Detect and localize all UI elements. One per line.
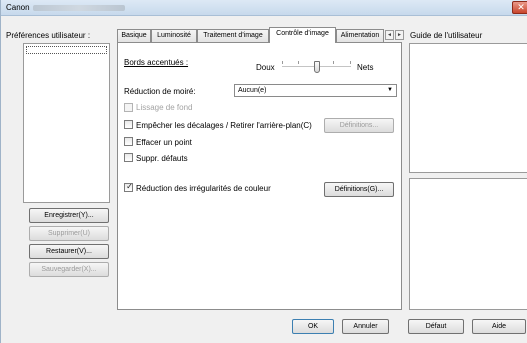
checkmark-icon: ✓	[126, 182, 133, 191]
default-button[interactable]: Défaut	[408, 319, 464, 334]
help-button[interactable]: Aide	[472, 319, 526, 334]
ok-button[interactable]: OK	[292, 319, 334, 334]
moire-reduction-dropdown[interactable]: Aucun(e) ▼	[234, 84, 397, 97]
smooth-background-checkbox[interactable]	[124, 103, 133, 112]
erase-dot-checkbox[interactable]	[124, 137, 133, 146]
user-preferences-label: Préférences utilisateur :	[6, 31, 91, 40]
tab-luminosite[interactable]: Luminosité	[151, 29, 197, 42]
slider-tick	[282, 61, 283, 64]
restore-preferences-button[interactable]: Restaurer(V)...	[29, 244, 109, 259]
offset-settings-button[interactable]: Définitions...	[324, 118, 394, 133]
close-button[interactable]: ✕	[512, 1, 527, 14]
cancel-button[interactable]: Annuler	[342, 319, 389, 334]
prevent-offset-label: Empêcher les décalages / Retirer l'arriè…	[136, 121, 312, 130]
tab-controle-image[interactable]: Contrôle d'image	[269, 27, 336, 43]
erase-dot-label: Effacer un point	[136, 138, 192, 147]
edge-high-label: Nets	[357, 63, 374, 72]
color-noise-settings-button[interactable]: Définitions(G)...	[324, 182, 394, 197]
user-guide-label: Guide de l'utilisateur	[410, 31, 483, 40]
delete-preferences-button[interactable]: Supprimer(U)	[29, 226, 109, 241]
tab-scroll-right-icon[interactable]: ►	[395, 30, 404, 40]
window-title: Canon	[6, 3, 30, 12]
blurred-title-text	[33, 5, 125, 11]
preview-panel	[409, 178, 527, 310]
moire-reduction-value: Aucun(e)	[238, 87, 267, 94]
color-noise-reduction-checkbox[interactable]: ✓	[124, 182, 133, 192]
chevron-down-icon[interactable]: ▼	[385, 86, 395, 95]
tab-scroll-left-icon[interactable]: ◄	[385, 30, 394, 40]
tab-basique[interactable]: Basique	[117, 29, 151, 42]
title-bar[interactable]: Canon ✕	[1, 0, 527, 16]
slider-tick	[350, 61, 351, 64]
user-guide-panel	[409, 43, 527, 173]
user-preferences-list[interactable]	[23, 43, 110, 203]
scanner-settings-dialog: Canon ✕ Préférences utilisateur : Enregi…	[0, 0, 527, 343]
tab-content-panel	[117, 42, 402, 310]
edge-low-label: Doux	[256, 63, 275, 72]
list-focus-item[interactable]	[26, 46, 107, 54]
smooth-background-label: Lissage de fond	[136, 103, 193, 112]
moire-reduction-label: Réduction de moiré:	[124, 87, 196, 96]
color-noise-reduction-label: Réduction des irrégularités de couleur	[136, 184, 271, 193]
backup-preferences-button[interactable]: Sauvegarder(X)...	[29, 262, 109, 277]
remove-defects-checkbox[interactable]	[124, 153, 133, 162]
prevent-offset-checkbox[interactable]	[124, 120, 133, 129]
tab-traitement-image[interactable]: Traitement d'image	[197, 29, 269, 42]
remove-defects-label: Suppr. défauts	[136, 154, 188, 163]
tab-alimentation[interactable]: Alimentation	[336, 29, 384, 42]
edge-emphasis-label: Bords accentués :	[124, 58, 189, 67]
slider-tick	[298, 61, 299, 64]
slider-tick	[333, 61, 334, 64]
edge-emphasis-slider-thumb[interactable]	[314, 61, 320, 73]
save-preferences-button[interactable]: Enregistrer(Y)...	[29, 208, 109, 223]
